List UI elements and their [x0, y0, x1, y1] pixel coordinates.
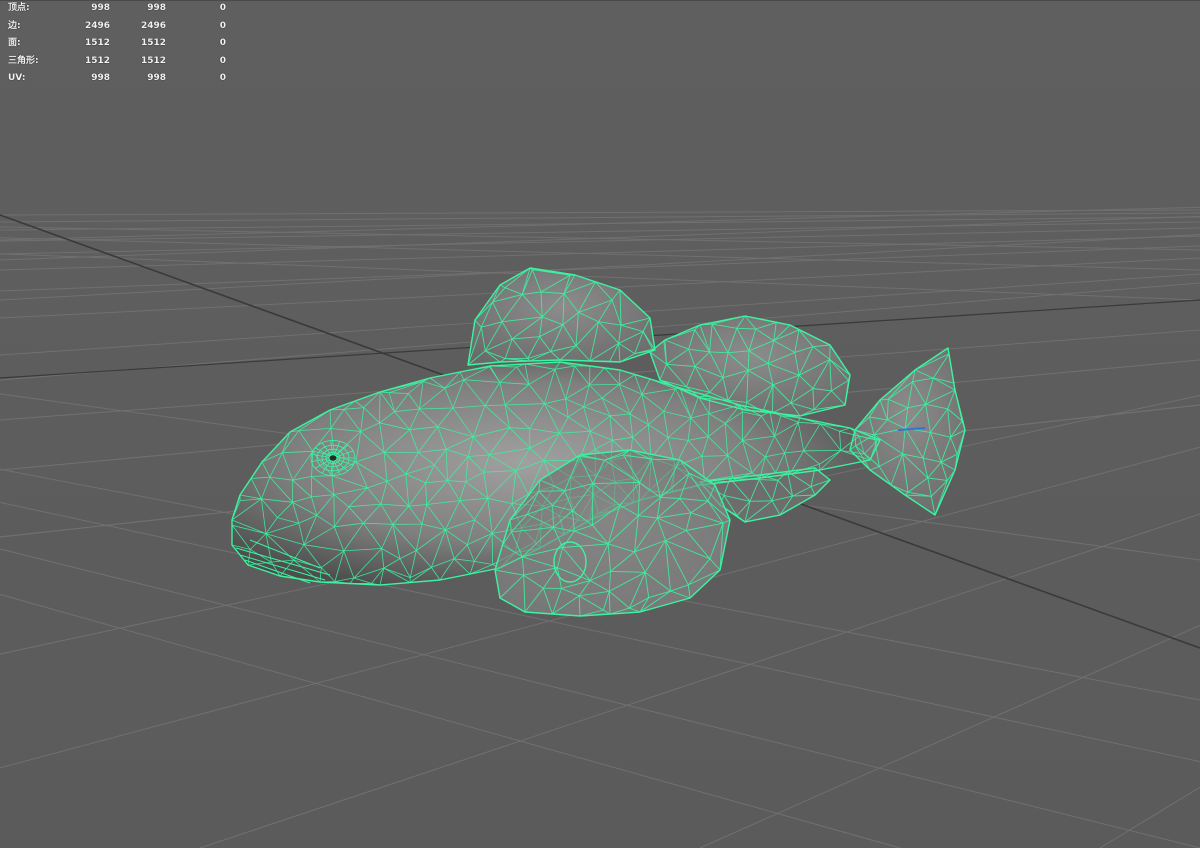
hud-row: 顶点: 998 998 0: [6, 0, 226, 18]
hud-value-extra: 0: [219, 20, 226, 31]
hud-value-total: 1512: [140, 55, 166, 66]
hud-value-selected: 2496: [84, 20, 110, 31]
hud-value-extra: 0: [219, 3, 226, 13]
hud-row: 三角形: 1512 1512 0: [6, 53, 226, 71]
hud-row: 面: 1512 1512 0: [6, 35, 226, 53]
poly-count-hud: 顶点: 998 998 0 边: 2496 2496 0 面: 1512 1512 0 三角形: 1512…: [6, 0, 226, 88]
hud-row: UV: 998 998 0: [6, 70, 226, 88]
hud-label: 顶点:: [8, 3, 30, 13]
hud-label: 面:: [8, 38, 21, 48]
hud-value-selected: 1512: [84, 38, 110, 48]
hud-value-extra: 0: [219, 38, 226, 48]
fish-wireframe-model[interactable]: [0, 0, 1200, 848]
hud-value-selected: 998: [91, 3, 110, 13]
hud-row: 边: 2496 2496 0: [6, 18, 226, 36]
hud-value-selected: 1512: [84, 55, 110, 66]
hud-value-selected: 998: [91, 73, 110, 83]
hud-label: UV:: [8, 73, 26, 83]
hud-value-extra: 0: [219, 73, 226, 83]
hud-label: 边:: [8, 20, 21, 31]
hud-value-total: 998: [147, 73, 166, 83]
3d-viewport[interactable]: 顶点: 998 998 0 边: 2496 2496 0 面: 1512 1512 0 三角形: 1512…: [0, 0, 1200, 848]
front-dorsal-fin-surface: [468, 268, 655, 365]
hud-label: 三角形:: [8, 55, 39, 66]
hud-value-total: 998: [147, 3, 166, 13]
hud-value-total: 2496: [140, 20, 166, 31]
hud-value-extra: 0: [219, 55, 226, 66]
hud-value-total: 1512: [140, 38, 166, 48]
